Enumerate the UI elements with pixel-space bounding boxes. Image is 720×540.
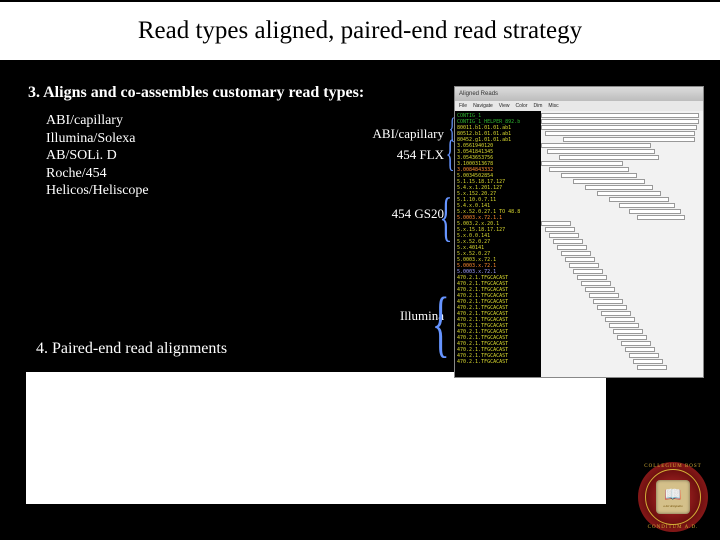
window-menubar: File Navigate View Color Dim Misc xyxy=(455,101,703,111)
point-3-block: 3. Aligns and co-assembles customary rea… xyxy=(28,84,368,200)
menu-item-color[interactable]: Color xyxy=(516,103,528,109)
alignment-read-bar xyxy=(549,233,579,238)
alignment-read-bar xyxy=(549,167,629,172)
read-type-list: ABI/capillary Illumina/Solexa AB/SOLi. D… xyxy=(46,112,368,200)
alignment-read-bar xyxy=(541,221,571,226)
alignment-read-bar xyxy=(585,287,615,292)
alignment-read-bar xyxy=(547,149,655,154)
alignment-read-bar xyxy=(559,155,659,160)
alignment-read-bar xyxy=(585,185,653,190)
alignment-read-bar xyxy=(561,251,591,256)
alignment-read-bar xyxy=(561,173,637,178)
alignment-viewer-window: Aligned Reads File Navigate View Color D… xyxy=(454,86,704,378)
alignment-read-bar xyxy=(609,323,639,328)
alignment-read-bar xyxy=(563,137,695,142)
alignment-read-bar xyxy=(637,215,685,220)
alignment-read-bar xyxy=(637,365,667,370)
alignment-read-bar xyxy=(541,143,651,148)
read-type-item: Roche/454 xyxy=(46,165,368,183)
alignment-read-bar xyxy=(601,311,631,316)
alignment-read-bar xyxy=(609,197,669,202)
alignment-read-bar xyxy=(581,281,611,286)
alignment-read-bar xyxy=(565,257,595,262)
alignment-read-bar xyxy=(629,209,681,214)
alignment-read-bar xyxy=(541,113,699,118)
point-3-heading: 3. Aligns and co-assembles customary rea… xyxy=(28,84,368,102)
window-title: Aligned Reads xyxy=(459,91,498,97)
alignment-read-bar xyxy=(625,347,655,352)
alignment-read-bar xyxy=(597,305,627,310)
point-4-heading: 4. Paired-end read alignments xyxy=(36,340,227,358)
read-type-item: Illumina/Solexa xyxy=(46,130,368,148)
alignment-read-bar xyxy=(557,245,587,250)
alignment-read-bar xyxy=(613,329,643,334)
alignment-read-bar xyxy=(545,131,695,136)
alignment-read-bar xyxy=(617,335,647,340)
track-label-illumina: Illumina xyxy=(334,308,444,324)
alignment-read-bar xyxy=(633,359,663,364)
alignment-read-bar xyxy=(553,239,583,244)
seal-motto: a dei designatio xyxy=(663,504,682,508)
alignment-read-bar xyxy=(605,317,635,322)
menu-item-view[interactable]: View xyxy=(499,103,510,109)
read-type-item: Helicos/Heliscope xyxy=(46,182,368,200)
alignment-read-bar xyxy=(541,119,699,124)
track-label-abi: ABI/capillary xyxy=(334,126,444,142)
alignment-read-bar xyxy=(541,125,697,130)
alignment-read-bar xyxy=(545,227,575,232)
alignment-read-bar xyxy=(593,299,623,304)
alignment-read-bar xyxy=(569,263,599,268)
alignment-read-bar xyxy=(573,179,645,184)
alignment-read-bar xyxy=(621,341,651,346)
menu-item-misc[interactable]: Misc xyxy=(548,103,558,109)
viewer-content: CONTIG_1CONTIG_1_HELPER_892.b80011.b1.01… xyxy=(455,111,703,377)
alignment-read-bar xyxy=(577,275,607,280)
alignment-read-bar xyxy=(541,161,623,166)
book-icon: 📖 xyxy=(664,487,681,504)
track-label-454flx: 454 FLX xyxy=(334,147,444,163)
seal-top-text: COLLEGIUM BOST xyxy=(644,464,701,469)
seal-outer-ring: COLLEGIUM BOST 📖 a dei designatio CONDIT… xyxy=(638,462,708,532)
alignment-read-bar xyxy=(629,353,659,358)
slide: Read types aligned, paired-end read stra… xyxy=(0,0,720,540)
seal-bottom-text: CONDITUM A.D. xyxy=(648,525,699,530)
sequence-id-line: 470.2.1.TFGCACAST xyxy=(457,359,541,365)
university-seal: COLLEGIUM BOST 📖 a dei designatio CONDIT… xyxy=(638,462,708,532)
menu-item-file[interactable]: File xyxy=(459,103,467,109)
alignment-read-bar xyxy=(573,269,603,274)
alignment-read-bar xyxy=(619,203,675,208)
brace-icon: { xyxy=(440,186,453,248)
alignment-read-bar xyxy=(589,293,619,298)
menu-item-dim[interactable]: Dim xyxy=(534,103,543,109)
alignment-read-bar xyxy=(597,191,661,196)
title-band: Read types aligned, paired-end read stra… xyxy=(0,2,720,60)
window-titlebar: Aligned Reads xyxy=(455,87,703,101)
read-type-item: AB/SOLi. D xyxy=(46,147,368,165)
placeholder-box xyxy=(26,372,606,504)
read-type-item: ABI/capillary xyxy=(46,112,368,130)
slide-title: Read types aligned, paired-end read stra… xyxy=(138,17,582,45)
sequence-id-panel: CONTIG_1CONTIG_1_HELPER_892.b80011.b1.01… xyxy=(455,111,541,377)
menu-item-navigate[interactable]: Navigate xyxy=(473,103,493,109)
seal-shield: 📖 a dei designatio xyxy=(656,480,690,514)
track-label-454gs20: 454 GS20 xyxy=(334,206,444,222)
brace-icon: { xyxy=(432,282,450,367)
alignment-panel xyxy=(541,111,703,377)
